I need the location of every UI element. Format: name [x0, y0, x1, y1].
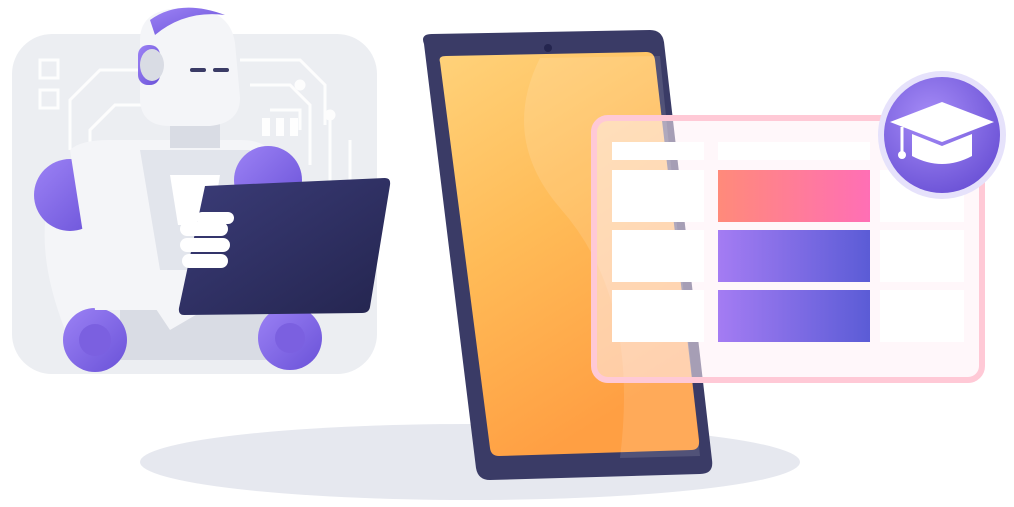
table-bar-pink — [718, 170, 870, 222]
illustration-scene — [0, 0, 1014, 507]
table-header-cell — [612, 142, 704, 160]
illustration-canvas — [12, 7, 1006, 500]
graduation-badge — [878, 71, 1006, 199]
table-header-cell — [718, 142, 870, 160]
robot-left-elbow-inner — [79, 324, 111, 356]
table-bar-violet — [718, 230, 870, 282]
table-row — [612, 230, 964, 282]
table-row — [612, 290, 964, 342]
robot-eye-left — [190, 68, 206, 72]
table-bar-violet — [718, 290, 870, 342]
robot-eye-right — [213, 68, 229, 72]
phone-camera — [544, 44, 552, 52]
